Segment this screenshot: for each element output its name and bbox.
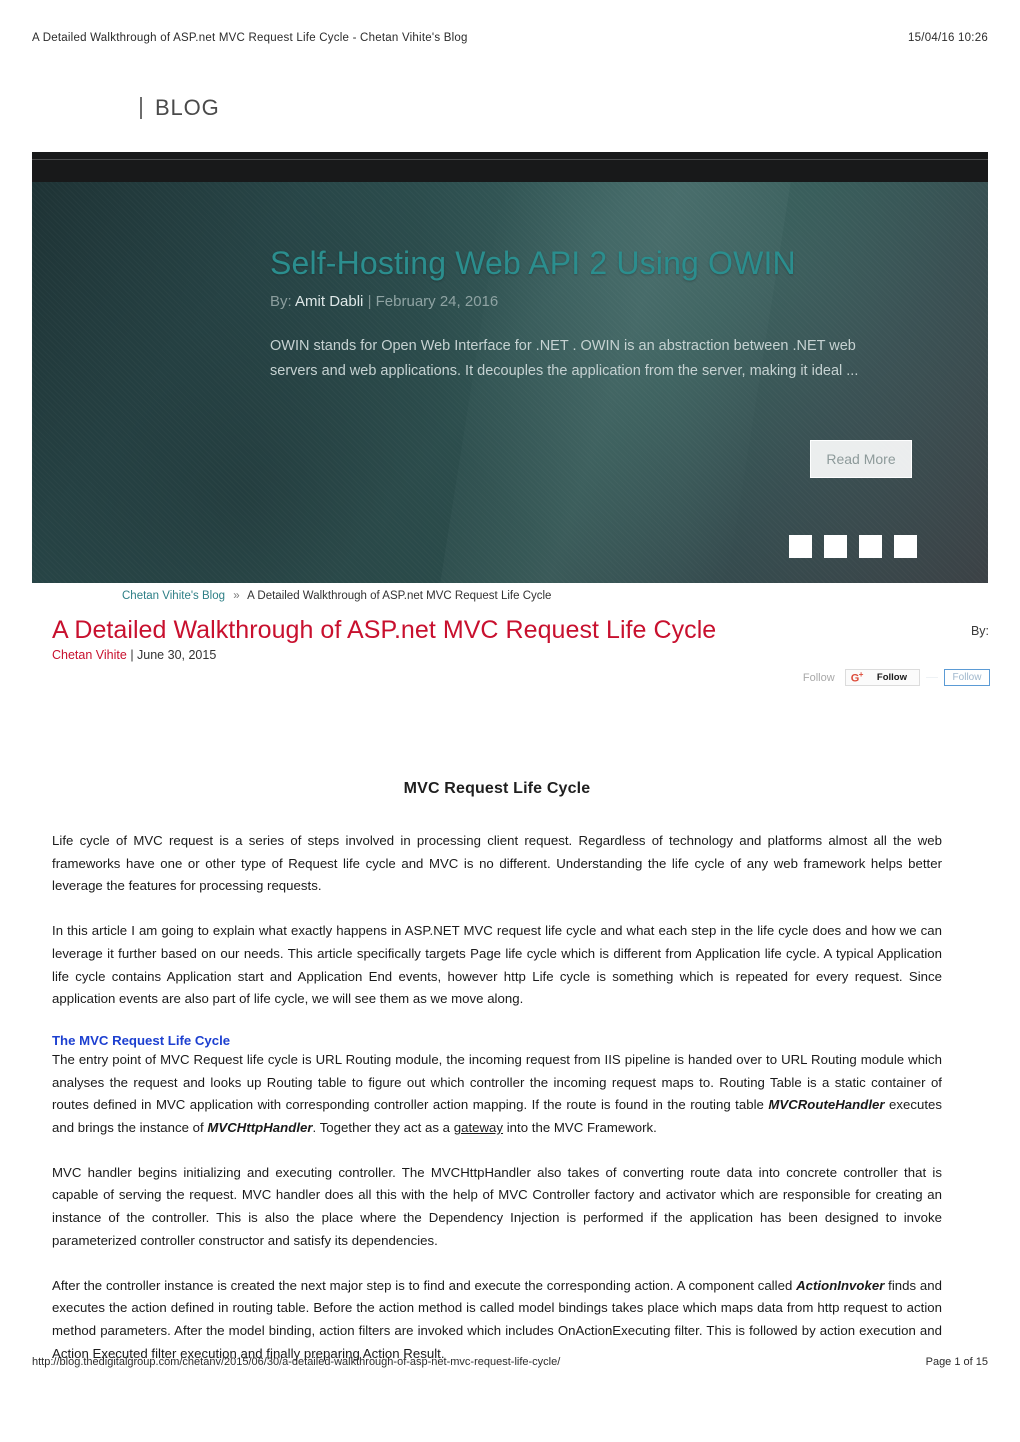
- article-sub-heading: The MVC Request Life Cycle: [52, 1032, 231, 1048]
- article-paragraph-5: After the controller instance is created…: [52, 1275, 942, 1366]
- logo-divider-icon: [140, 97, 142, 119]
- print-footer-url: http://blog.thedigitalgroup.com/chetanv/…: [32, 1356, 561, 1368]
- p3-text-c: . Together they act as a: [312, 1120, 454, 1136]
- article-paragraph-2: In this article I am going to explain wh…: [52, 923, 942, 1007]
- social-spacer: [926, 677, 938, 678]
- breadcrumb-current: A Detailed Walkthrough of ASP.net MVC Re…: [247, 590, 552, 602]
- post-meta: Chetan Vihite | June 30, 2015: [52, 648, 216, 662]
- print-header-title: A Detailed Walkthrough of ASP.net MVC Re…: [32, 32, 468, 44]
- logo-text: BLOG: [155, 95, 220, 120]
- hero-by-label: By:: [270, 293, 292, 311]
- article-heading: MVC Request Life Cycle: [403, 780, 591, 797]
- hero-content: Self-Hosting Web API 2 Using OWIN By: Am…: [270, 244, 930, 384]
- article-body: MVC Request Life Cycle Life cycle of MVC…: [52, 780, 942, 1387]
- hero-navbar: [32, 152, 988, 182]
- by-label: By:: [970, 624, 989, 638]
- p3-emphasis-2: MVCHttpHandler: [207, 1120, 313, 1136]
- p3-text-d: into the MVC Framework.: [503, 1120, 657, 1136]
- post-author[interactable]: Chetan Vihite: [52, 648, 127, 662]
- hero-slide-indicators[interactable]: [789, 535, 917, 558]
- hero-slide-indicator-1[interactable]: [789, 535, 812, 558]
- google-plus-icon: G+: [850, 670, 864, 685]
- hero-read-more-button[interactable]: Read More: [810, 440, 912, 478]
- hero-slide-indicator-4[interactable]: [894, 535, 917, 558]
- article-paragraph-1: Life cycle of MVC request is a series of…: [52, 833, 942, 894]
- hero-slide-indicator-2[interactable]: [824, 535, 847, 558]
- site-logo[interactable]: BLOG: [0, 88, 1020, 128]
- google-plus-follow-button[interactable]: G+ Follow: [844, 669, 920, 686]
- page-title: A Detailed Walkthrough of ASP.net MVC Re…: [52, 616, 717, 644]
- p3-underlined-term: gateway: [453, 1120, 504, 1136]
- print-footer: http://blog.thedigitalgroup.com/chetanv/…: [0, 1353, 1020, 1371]
- facebook-follow-button[interactable]: Follow: [944, 669, 990, 686]
- p5-text-a: After the controller instance is created…: [52, 1277, 797, 1293]
- print-header: A Detailed Walkthrough of ASP.net MVC Re…: [0, 28, 1020, 48]
- article-paragraph-3: The entry point of MVC Request life cycl…: [52, 1049, 942, 1140]
- post-date: | June 30, 2015: [130, 648, 217, 662]
- hero-author[interactable]: Amit Dabli: [295, 293, 363, 310]
- print-header-date: 15/04/16 10:26: [908, 32, 988, 44]
- breadcrumb-separator-icon: »: [233, 590, 240, 602]
- hero-slide-indicator-3[interactable]: [859, 535, 882, 558]
- hero-date: February 24, 2016: [375, 293, 499, 311]
- hero-excerpt: OWIN stands for Open Web Interface for .…: [270, 337, 859, 379]
- page-root: A Detailed Walkthrough of ASP.net MVC Re…: [0, 0, 1020, 1442]
- breadcrumb: Chetan Vihite's Blog » A Detailed Walkth…: [0, 590, 1020, 602]
- article-paragraph-4: MVC handler begins initializing and exec…: [52, 1164, 942, 1248]
- p5-emphasis: ActionInvoker: [796, 1277, 885, 1293]
- social-share-bar[interactable]: Follow G+ Follow Follow: [799, 669, 990, 686]
- hero-meta-separator: |: [367, 293, 372, 311]
- hero-title[interactable]: Self-Hosting Web API 2 Using OWIN: [270, 244, 930, 282]
- google-plus-follow-label: Follow: [876, 672, 907, 683]
- twitter-follow-button[interactable]: Follow: [799, 670, 839, 686]
- p3-emphasis-1: MVCRouteHandler: [768, 1097, 885, 1113]
- print-footer-page: Page 1 of 15: [925, 1356, 988, 1368]
- breadcrumb-home-link[interactable]: Chetan Vihite's Blog: [122, 590, 225, 602]
- hero-meta: By: Amit Dabli | February 24, 2016: [270, 292, 930, 312]
- hero-slider[interactable]: Self-Hosting Web API 2 Using OWIN By: Am…: [32, 152, 988, 583]
